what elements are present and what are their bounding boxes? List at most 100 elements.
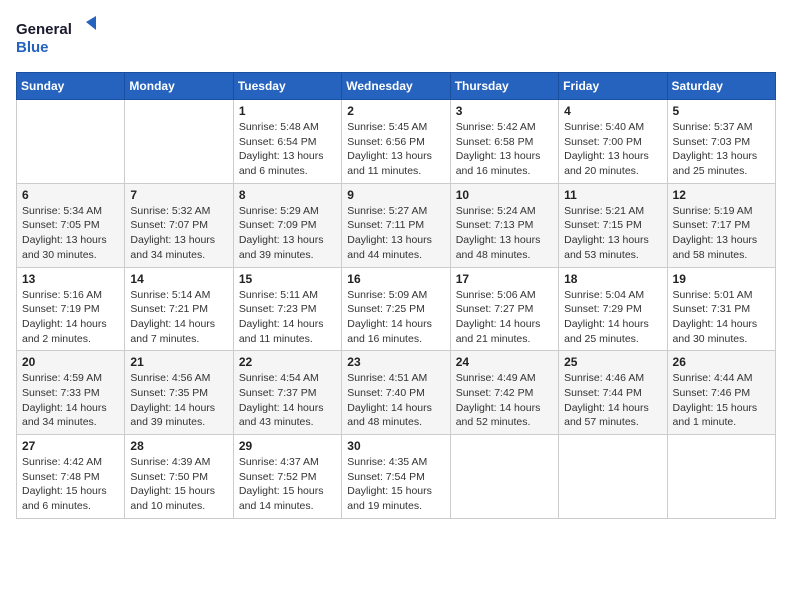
day-info: Sunrise: 5:42 AMSunset: 6:58 PMDaylight:… bbox=[456, 120, 553, 179]
day-info: Sunrise: 4:39 AMSunset: 7:50 PMDaylight:… bbox=[130, 455, 227, 514]
weekday-header-saturday: Saturday bbox=[667, 73, 775, 100]
day-number: 12 bbox=[673, 188, 770, 202]
weekday-header-friday: Friday bbox=[559, 73, 667, 100]
day-info: Sunrise: 5:27 AMSunset: 7:11 PMDaylight:… bbox=[347, 204, 444, 263]
calendar-cell bbox=[667, 435, 775, 519]
day-number: 10 bbox=[456, 188, 553, 202]
day-number: 7 bbox=[130, 188, 227, 202]
calendar-week-row: 20 Sunrise: 4:59 AMSunset: 7:33 PMDaylig… bbox=[17, 351, 776, 435]
calendar-header-row: SundayMondayTuesdayWednesdayThursdayFrid… bbox=[17, 73, 776, 100]
calendar-cell: 24 Sunrise: 4:49 AMSunset: 7:42 PMDaylig… bbox=[450, 351, 558, 435]
day-number: 29 bbox=[239, 439, 336, 453]
day-info: Sunrise: 5:16 AMSunset: 7:19 PMDaylight:… bbox=[22, 288, 119, 347]
day-number: 4 bbox=[564, 104, 661, 118]
day-info: Sunrise: 5:32 AMSunset: 7:07 PMDaylight:… bbox=[130, 204, 227, 263]
day-number: 20 bbox=[22, 355, 119, 369]
day-info: Sunrise: 4:49 AMSunset: 7:42 PMDaylight:… bbox=[456, 371, 553, 430]
day-number: 8 bbox=[239, 188, 336, 202]
day-number: 5 bbox=[673, 104, 770, 118]
day-number: 17 bbox=[456, 272, 553, 286]
calendar-cell: 26 Sunrise: 4:44 AMSunset: 7:46 PMDaylig… bbox=[667, 351, 775, 435]
calendar-cell: 10 Sunrise: 5:24 AMSunset: 7:13 PMDaylig… bbox=[450, 183, 558, 267]
day-number: 3 bbox=[456, 104, 553, 118]
weekday-header-monday: Monday bbox=[125, 73, 233, 100]
day-info: Sunrise: 5:06 AMSunset: 7:27 PMDaylight:… bbox=[456, 288, 553, 347]
day-number: 6 bbox=[22, 188, 119, 202]
calendar-cell: 12 Sunrise: 5:19 AMSunset: 7:17 PMDaylig… bbox=[667, 183, 775, 267]
calendar-week-row: 27 Sunrise: 4:42 AMSunset: 7:48 PMDaylig… bbox=[17, 435, 776, 519]
calendar-week-row: 1 Sunrise: 5:48 AMSunset: 6:54 PMDayligh… bbox=[17, 100, 776, 184]
day-info: Sunrise: 4:35 AMSunset: 7:54 PMDaylight:… bbox=[347, 455, 444, 514]
calendar-cell bbox=[17, 100, 125, 184]
logo: General Blue bbox=[16, 16, 96, 60]
day-info: Sunrise: 5:01 AMSunset: 7:31 PMDaylight:… bbox=[673, 288, 770, 347]
day-number: 23 bbox=[347, 355, 444, 369]
day-info: Sunrise: 5:48 AMSunset: 6:54 PMDaylight:… bbox=[239, 120, 336, 179]
day-number: 30 bbox=[347, 439, 444, 453]
calendar-table: SundayMondayTuesdayWednesdayThursdayFrid… bbox=[16, 72, 776, 519]
calendar-cell bbox=[450, 435, 558, 519]
day-number: 11 bbox=[564, 188, 661, 202]
calendar-cell bbox=[125, 100, 233, 184]
calendar-cell: 19 Sunrise: 5:01 AMSunset: 7:31 PMDaylig… bbox=[667, 267, 775, 351]
calendar-cell: 15 Sunrise: 5:11 AMSunset: 7:23 PMDaylig… bbox=[233, 267, 341, 351]
day-number: 24 bbox=[456, 355, 553, 369]
day-info: Sunrise: 4:42 AMSunset: 7:48 PMDaylight:… bbox=[22, 455, 119, 514]
day-number: 27 bbox=[22, 439, 119, 453]
day-info: Sunrise: 5:24 AMSunset: 7:13 PMDaylight:… bbox=[456, 204, 553, 263]
day-info: Sunrise: 5:29 AMSunset: 7:09 PMDaylight:… bbox=[239, 204, 336, 263]
calendar-cell: 7 Sunrise: 5:32 AMSunset: 7:07 PMDayligh… bbox=[125, 183, 233, 267]
calendar-cell: 14 Sunrise: 5:14 AMSunset: 7:21 PMDaylig… bbox=[125, 267, 233, 351]
day-number: 9 bbox=[347, 188, 444, 202]
day-number: 2 bbox=[347, 104, 444, 118]
day-info: Sunrise: 4:51 AMSunset: 7:40 PMDaylight:… bbox=[347, 371, 444, 430]
day-info: Sunrise: 5:19 AMSunset: 7:17 PMDaylight:… bbox=[673, 204, 770, 263]
calendar-cell: 5 Sunrise: 5:37 AMSunset: 7:03 PMDayligh… bbox=[667, 100, 775, 184]
day-number: 18 bbox=[564, 272, 661, 286]
weekday-header-tuesday: Tuesday bbox=[233, 73, 341, 100]
calendar-cell: 27 Sunrise: 4:42 AMSunset: 7:48 PMDaylig… bbox=[17, 435, 125, 519]
calendar-cell: 8 Sunrise: 5:29 AMSunset: 7:09 PMDayligh… bbox=[233, 183, 341, 267]
day-number: 13 bbox=[22, 272, 119, 286]
calendar-cell: 22 Sunrise: 4:54 AMSunset: 7:37 PMDaylig… bbox=[233, 351, 341, 435]
logo-svg: General Blue bbox=[16, 16, 96, 60]
page-header: General Blue bbox=[16, 16, 776, 60]
calendar-cell: 18 Sunrise: 5:04 AMSunset: 7:29 PMDaylig… bbox=[559, 267, 667, 351]
calendar-cell: 4 Sunrise: 5:40 AMSunset: 7:00 PMDayligh… bbox=[559, 100, 667, 184]
calendar-cell: 16 Sunrise: 5:09 AMSunset: 7:25 PMDaylig… bbox=[342, 267, 450, 351]
day-info: Sunrise: 5:37 AMSunset: 7:03 PMDaylight:… bbox=[673, 120, 770, 179]
day-number: 19 bbox=[673, 272, 770, 286]
day-info: Sunrise: 5:09 AMSunset: 7:25 PMDaylight:… bbox=[347, 288, 444, 347]
weekday-header-thursday: Thursday bbox=[450, 73, 558, 100]
calendar-cell bbox=[559, 435, 667, 519]
svg-text:General: General bbox=[16, 21, 72, 38]
day-info: Sunrise: 5:11 AMSunset: 7:23 PMDaylight:… bbox=[239, 288, 336, 347]
day-info: Sunrise: 5:21 AMSunset: 7:15 PMDaylight:… bbox=[564, 204, 661, 263]
calendar-cell: 2 Sunrise: 5:45 AMSunset: 6:56 PMDayligh… bbox=[342, 100, 450, 184]
calendar-cell: 17 Sunrise: 5:06 AMSunset: 7:27 PMDaylig… bbox=[450, 267, 558, 351]
svg-text:Blue: Blue bbox=[16, 39, 49, 56]
day-info: Sunrise: 5:40 AMSunset: 7:00 PMDaylight:… bbox=[564, 120, 661, 179]
day-info: Sunrise: 5:14 AMSunset: 7:21 PMDaylight:… bbox=[130, 288, 227, 347]
day-number: 22 bbox=[239, 355, 336, 369]
calendar-cell: 6 Sunrise: 5:34 AMSunset: 7:05 PMDayligh… bbox=[17, 183, 125, 267]
day-number: 1 bbox=[239, 104, 336, 118]
weekday-header-sunday: Sunday bbox=[17, 73, 125, 100]
calendar-cell: 23 Sunrise: 4:51 AMSunset: 7:40 PMDaylig… bbox=[342, 351, 450, 435]
calendar-cell: 28 Sunrise: 4:39 AMSunset: 7:50 PMDaylig… bbox=[125, 435, 233, 519]
calendar-cell: 3 Sunrise: 5:42 AMSunset: 6:58 PMDayligh… bbox=[450, 100, 558, 184]
day-number: 26 bbox=[673, 355, 770, 369]
day-number: 16 bbox=[347, 272, 444, 286]
day-info: Sunrise: 4:59 AMSunset: 7:33 PMDaylight:… bbox=[22, 371, 119, 430]
day-info: Sunrise: 4:56 AMSunset: 7:35 PMDaylight:… bbox=[130, 371, 227, 430]
calendar-cell: 21 Sunrise: 4:56 AMSunset: 7:35 PMDaylig… bbox=[125, 351, 233, 435]
day-info: Sunrise: 4:46 AMSunset: 7:44 PMDaylight:… bbox=[564, 371, 661, 430]
day-info: Sunrise: 5:34 AMSunset: 7:05 PMDaylight:… bbox=[22, 204, 119, 263]
day-number: 21 bbox=[130, 355, 227, 369]
day-info: Sunrise: 4:37 AMSunset: 7:52 PMDaylight:… bbox=[239, 455, 336, 514]
calendar-cell: 29 Sunrise: 4:37 AMSunset: 7:52 PMDaylig… bbox=[233, 435, 341, 519]
calendar-week-row: 6 Sunrise: 5:34 AMSunset: 7:05 PMDayligh… bbox=[17, 183, 776, 267]
calendar-cell: 13 Sunrise: 5:16 AMSunset: 7:19 PMDaylig… bbox=[17, 267, 125, 351]
day-number: 25 bbox=[564, 355, 661, 369]
calendar-week-row: 13 Sunrise: 5:16 AMSunset: 7:19 PMDaylig… bbox=[17, 267, 776, 351]
